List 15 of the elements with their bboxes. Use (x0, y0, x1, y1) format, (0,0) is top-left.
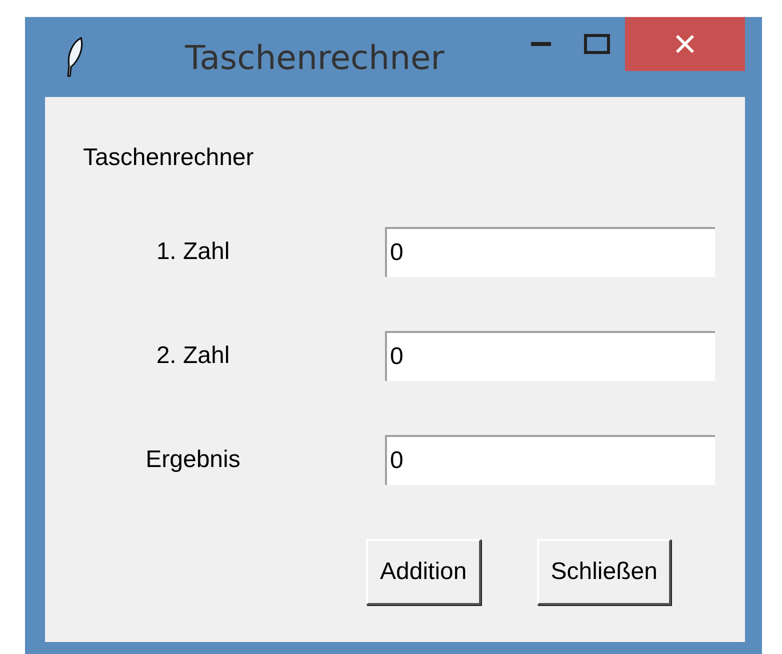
feather-icon (65, 36, 85, 78)
maximize-icon (584, 34, 610, 54)
field-label: 1. Zahl (155, 238, 231, 266)
input-field[interactable]: 0 (385, 331, 715, 381)
field-label: 2. Zahl (155, 342, 231, 370)
close-button[interactable] (625, 17, 745, 71)
input-field[interactable]: 0 (385, 435, 715, 485)
close-icon (674, 33, 696, 55)
heading-label: Taschenrechner (83, 144, 255, 172)
input-field[interactable]: 0 (385, 227, 715, 277)
close-window-button[interactable]: Schließen (536, 539, 672, 605)
minimize-icon (531, 41, 551, 47)
addition-button[interactable]: Addition (366, 539, 481, 605)
field-label: Ergebnis (144, 446, 242, 474)
window-title: Taschenrechner (185, 38, 444, 76)
